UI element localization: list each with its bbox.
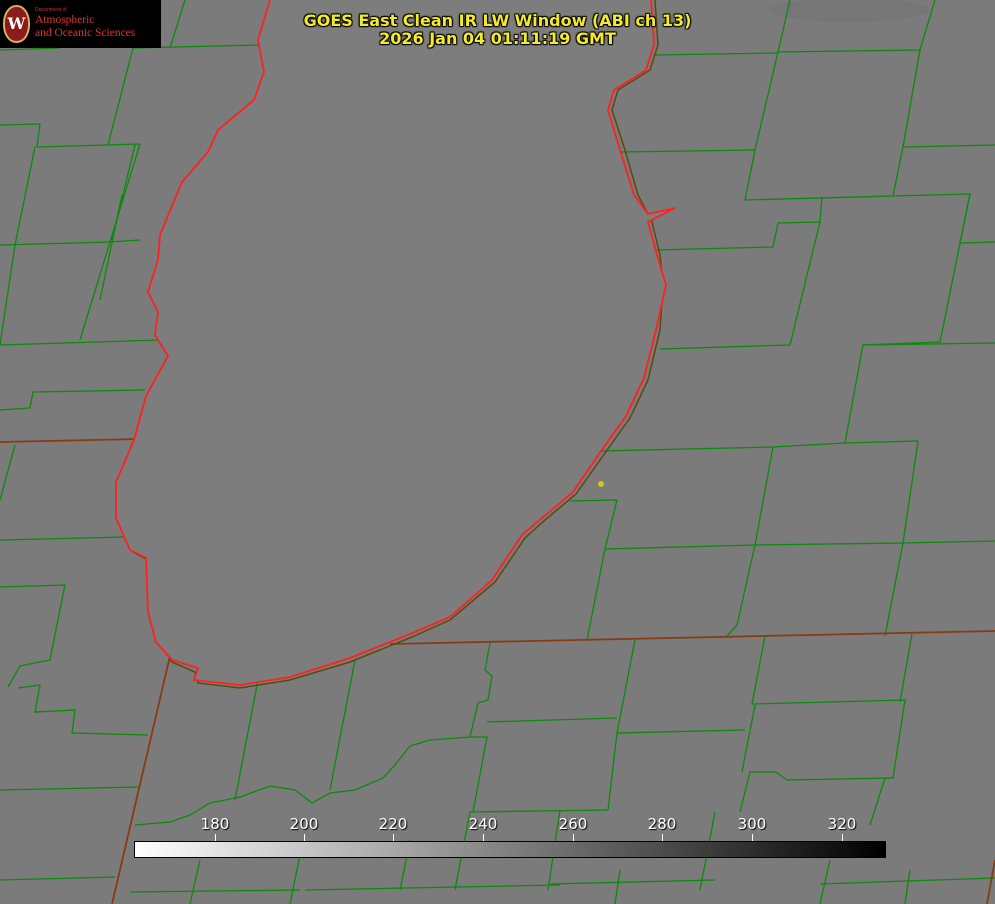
uw-aos-logo: W Department of Atmospheric and Oceanic … — [0, 0, 161, 48]
colorbar-tick-label: 200 — [289, 815, 319, 833]
satellite-map — [0, 0, 995, 904]
colorbar-tick-label: 240 — [468, 815, 498, 833]
colorbar-tick-mark — [842, 834, 843, 841]
colorbar-tick-mark — [662, 834, 663, 841]
temperature-colorbar — [134, 841, 886, 858]
university-seal-icon: W — [3, 5, 30, 43]
colorbar-tick-mark — [393, 834, 394, 841]
colorbar-tick-label: 220 — [378, 815, 408, 833]
logo-department-text: Department of — [35, 7, 67, 13]
colorbar-tick-mark — [483, 834, 484, 841]
logo-name-line1: Atmospheric — [35, 14, 95, 26]
image-title: GOES East Clean IR LW Window (ABI ch 13) — [303, 11, 692, 30]
image-timestamp: 2026 Jan 04 01:11:19 GMT — [379, 29, 616, 48]
colorbar-tick-label: 260 — [558, 815, 588, 833]
colorbar-tick-mark — [304, 834, 305, 841]
colorbar-tick-mark — [215, 834, 216, 841]
logo-name-line2: and Oceanic Sciences — [35, 27, 136, 39]
colorbar-tick-label: 280 — [647, 815, 677, 833]
colorbar-tick-mark — [752, 834, 753, 841]
colorbar-tick-label: 320 — [827, 815, 857, 833]
colorbar-tick-label: 180 — [200, 815, 230, 833]
colorbar-tick-label: 300 — [737, 815, 767, 833]
location-marker — [598, 481, 604, 487]
colorbar-tick-mark — [573, 834, 574, 841]
